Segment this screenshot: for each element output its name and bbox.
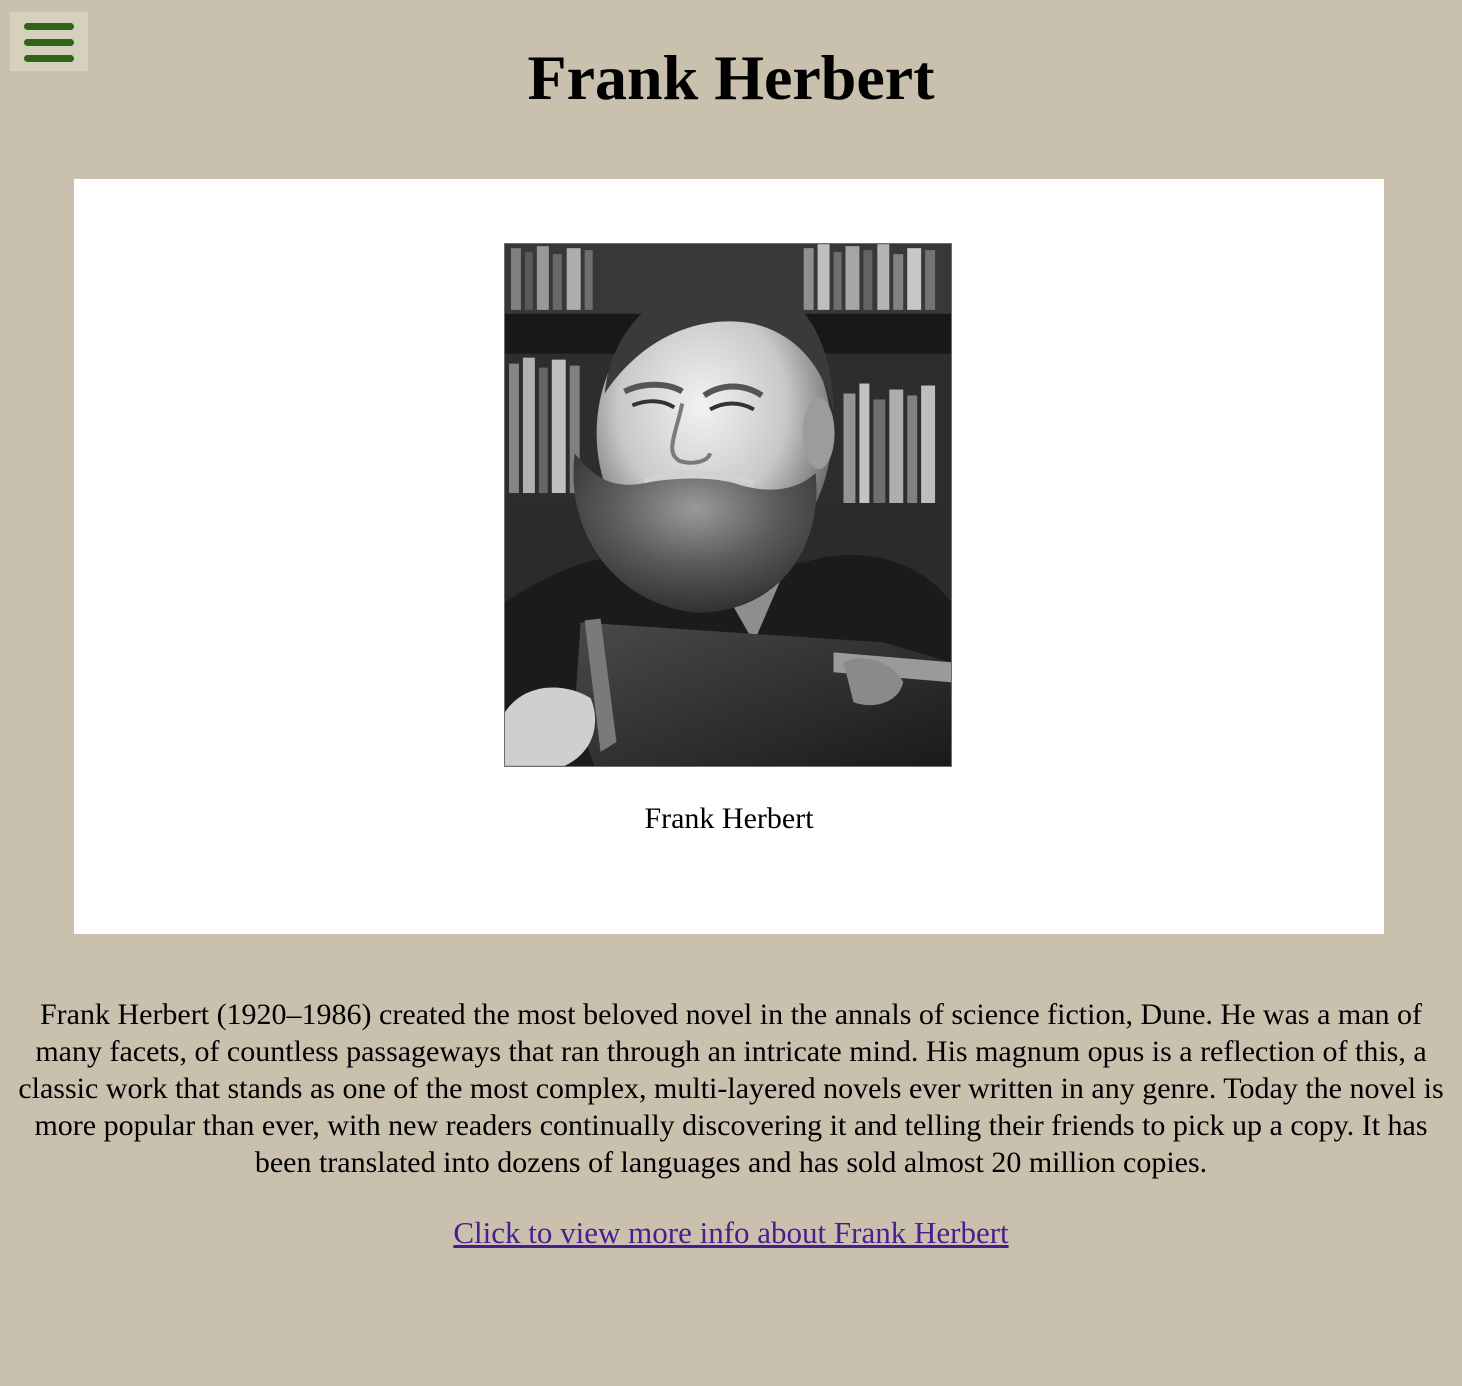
page-title: Frank Herbert bbox=[527, 42, 935, 113]
portrait-caption: Frank Herbert bbox=[644, 802, 814, 835]
author-portrait-image bbox=[504, 243, 952, 767]
more-info-link-container: Click to view more info about Frank Herb… bbox=[0, 1213, 1462, 1253]
photo-card: Frank Herbert bbox=[74, 179, 1384, 934]
more-info-link[interactable]: Click to view more info about Frank Herb… bbox=[453, 1215, 1008, 1250]
bio-paragraph: Frank Herbert (1920–1986) created the mo… bbox=[18, 998, 1444, 1179]
